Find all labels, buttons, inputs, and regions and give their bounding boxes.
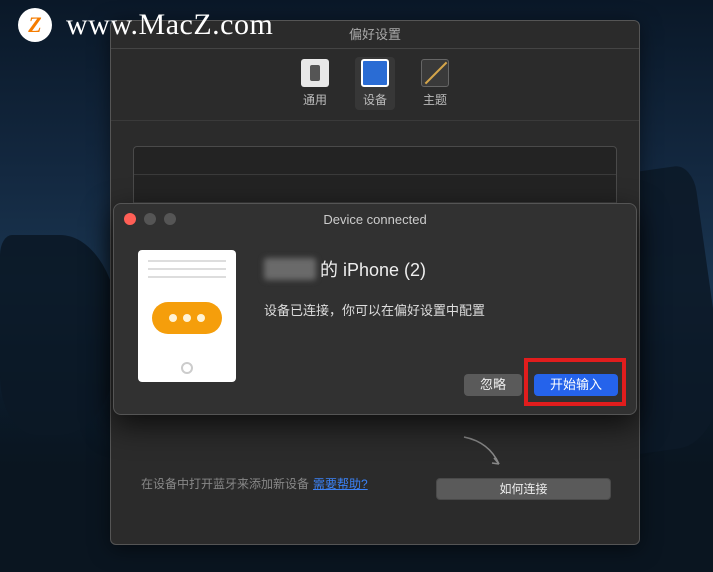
phone-illustration — [138, 250, 236, 382]
tab-general-label: 通用 — [303, 91, 327, 108]
arrow-icon — [459, 432, 509, 472]
preferences-tabs: 通用 设备 主题 — [111, 49, 639, 121]
watermark: Z www.MacZ.com — [18, 8, 273, 42]
help-link[interactable]: 需要帮助? — [313, 475, 368, 492]
list-item[interactable] — [134, 147, 616, 175]
ignore-button[interactable]: 忽略 — [464, 374, 522, 396]
tab-general[interactable]: 通用 — [295, 57, 335, 110]
tab-theme-label: 主题 — [423, 91, 447, 108]
device-icon — [361, 59, 389, 87]
device-connected-dialog: Device connected 的 iPhone (2) 设备已连接，你可以在… — [113, 203, 637, 415]
typing-bubble-icon — [152, 302, 222, 334]
start-input-button[interactable]: 开始输入 — [534, 374, 618, 396]
dialog-buttons: 忽略 开始输入 — [464, 374, 618, 396]
help-text: 在设备中打开蓝牙来添加新设备 — [141, 475, 309, 492]
how-connect-button[interactable]: 如何连接 — [436, 478, 611, 500]
home-button-icon — [181, 362, 193, 374]
tab-device-label: 设备 — [363, 91, 387, 108]
theme-icon — [421, 59, 449, 87]
device-name: 的 iPhone (2) — [264, 256, 612, 282]
dialog-description: 设备已连接，你可以在偏好设置中配置 — [264, 300, 612, 319]
watermark-logo: Z — [18, 8, 52, 42]
dialog-text: 的 iPhone (2) 设备已连接，你可以在偏好设置中配置 — [264, 250, 612, 382]
device-name-suffix: 的 iPhone (2) — [320, 256, 426, 282]
list-item[interactable] — [134, 175, 616, 203]
watermark-text: www.MacZ.com — [66, 8, 273, 42]
tab-theme[interactable]: 主题 — [415, 57, 455, 110]
tab-device[interactable]: 设备 — [355, 57, 395, 110]
general-icon — [301, 59, 329, 87]
dialog-titlebar: Device connected — [114, 204, 636, 234]
blurred-name — [264, 258, 316, 280]
dialog-title: Device connected — [114, 212, 636, 227]
